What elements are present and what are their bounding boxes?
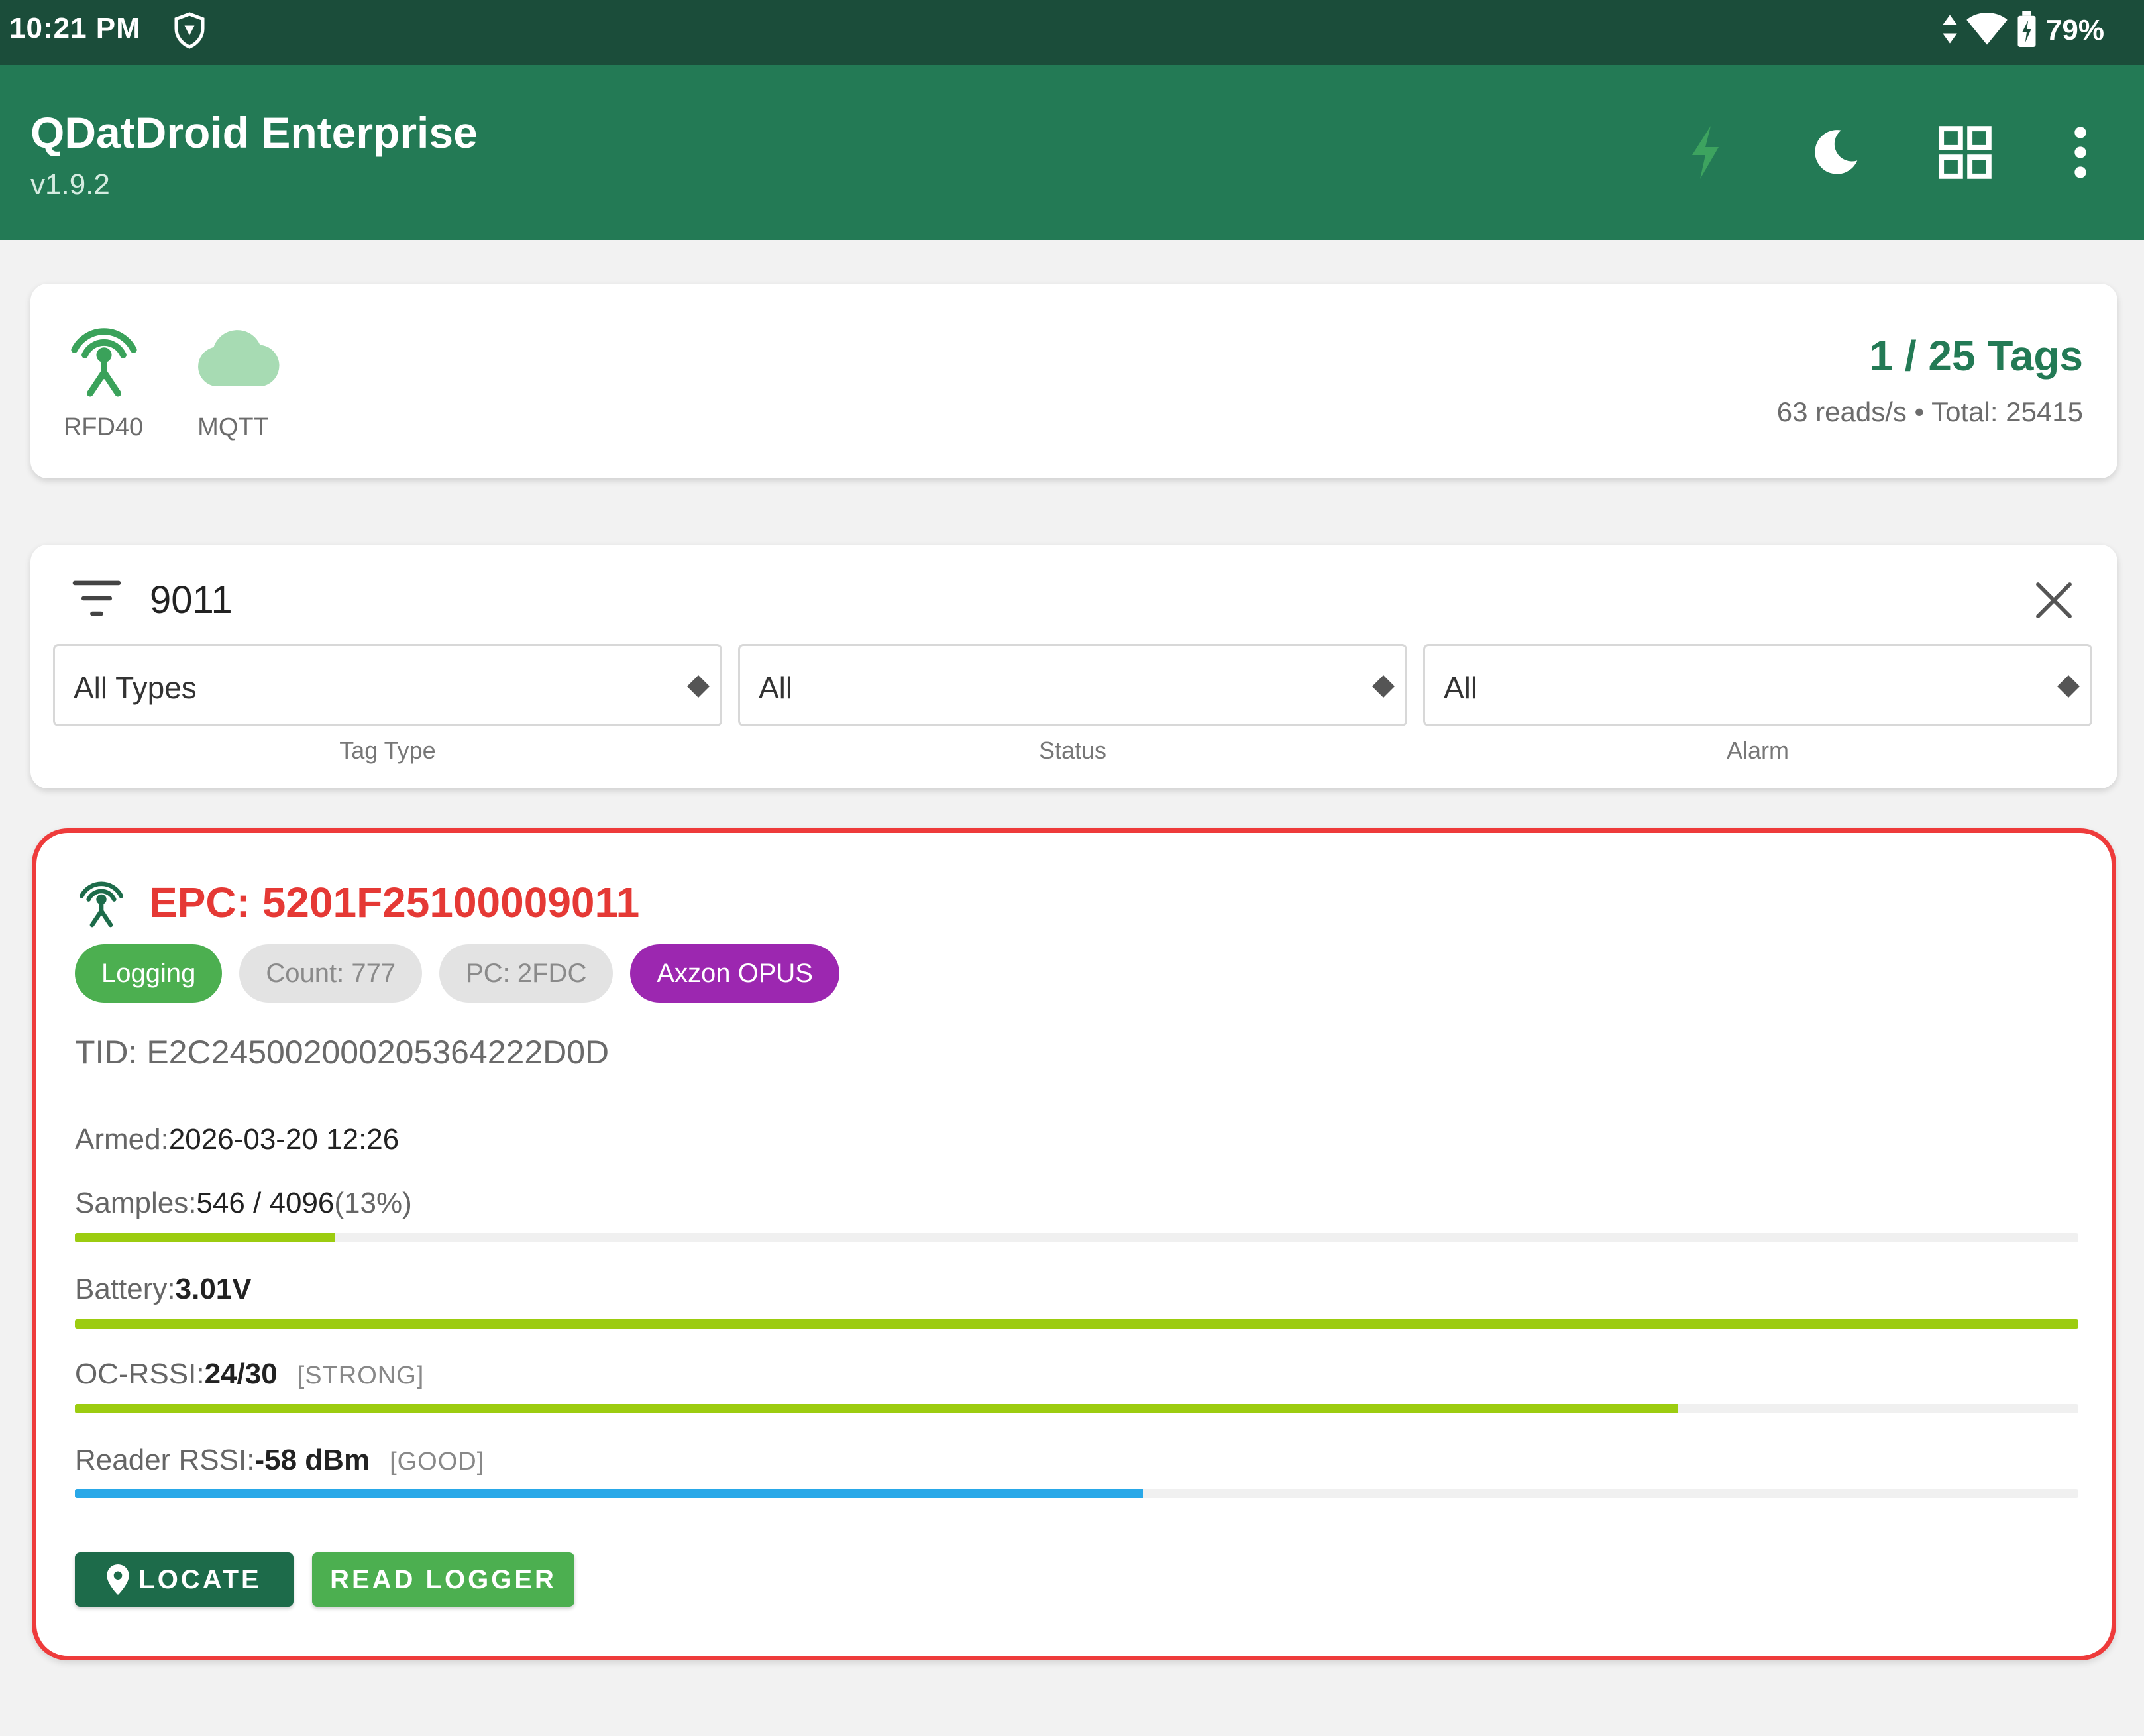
- tag-tid: TID: E2C245002000205364222D0D: [75, 1034, 610, 1071]
- samples-progress-fill: [75, 1233, 336, 1242]
- app-bar: QDatDroid Enterprise v1.9.2: [0, 65, 2144, 240]
- clear-search-button[interactable]: [2027, 574, 2080, 627]
- locate-label: LOCATE: [138, 1564, 262, 1594]
- status-icons: 79%: [1941, 9, 2104, 52]
- samples-value: 546 / 4096: [196, 1187, 335, 1219]
- status-bar: 10:21 PM 79%: [0, 0, 2144, 65]
- reader-rssi-quality: [GOOD]: [390, 1448, 485, 1476]
- oc-rssi-bar: [75, 1404, 2078, 1413]
- logging-chip: Logging: [75, 944, 223, 1003]
- dropdown-arrow-icon: [687, 675, 710, 698]
- tag-epc: EPC: 5201F25100009011: [149, 879, 640, 926]
- oc-rssi-quality: [STRONG]: [297, 1362, 425, 1389]
- samples-progress: [75, 1233, 2078, 1242]
- location-pin-icon: [107, 1564, 129, 1595]
- oc-rssi-row: OC-RSSI:24/30 [STRONG]: [75, 1358, 424, 1391]
- pc-chip: PC: 2FDC: [439, 944, 614, 1003]
- dark-mode-button[interactable]: [1802, 119, 1868, 186]
- status-label: Status: [1038, 737, 1107, 764]
- flash-icon: [1692, 126, 1719, 179]
- close-icon: [2036, 582, 2072, 618]
- rfd40-reader-status[interactable]: [62, 317, 146, 404]
- more-options-button[interactable]: [2047, 119, 2114, 186]
- mqtt-label: MQTT: [197, 413, 269, 441]
- battery-level-bar: [75, 1319, 2078, 1329]
- grid-view-icon: [1939, 126, 1992, 179]
- oc-rssi-fill: [75, 1404, 1678, 1413]
- status-select[interactable]: All: [738, 644, 1407, 726]
- armed-label: Armed:: [75, 1123, 169, 1156]
- reader-rssi-value: -58 dBm: [254, 1444, 370, 1476]
- status-value: All: [759, 671, 793, 705]
- search-input[interactable]: [150, 578, 1939, 622]
- mqtt-status[interactable]: [192, 323, 285, 393]
- app-title: QDatDroid Enterprise: [30, 108, 478, 157]
- oc-rssi-label: OC-RSSI:: [75, 1358, 205, 1390]
- tag-type-select[interactable]: All Types: [53, 644, 722, 726]
- battery-value: 3.01V: [175, 1273, 252, 1305]
- reader-rssi-fill: [75, 1489, 1143, 1498]
- data-arrows-icon: [1941, 12, 1958, 50]
- dropdown-arrow-icon: [1372, 675, 1395, 698]
- read-logger-button[interactable]: READ LOGGER: [312, 1552, 574, 1607]
- alarm-value: All: [1444, 671, 1478, 705]
- filter-card: All Types Tag Type All Status All Alarm: [30, 545, 2117, 788]
- grid-view-button[interactable]: [1932, 119, 1998, 186]
- armed-row: Armed:2026-03-20 12:26: [75, 1123, 399, 1156]
- flash-button[interactable]: [1672, 119, 1739, 186]
- battery-icon: [2015, 11, 2038, 50]
- samples-label: Samples:: [75, 1187, 197, 1219]
- tag-card[interactable]: EPC: 5201F25100009011 Logging Count: 777…: [32, 828, 2116, 1660]
- reader-rssi-bar: [75, 1489, 2078, 1498]
- battery-label: Battery:: [75, 1273, 176, 1305]
- locate-button[interactable]: LOCATE: [75, 1552, 294, 1607]
- battery-row: Battery:3.01V: [75, 1273, 252, 1306]
- connection-summary-card: RFD40 MQTT 1 / 25 Tags 63 reads/s • Tota…: [30, 284, 2117, 478]
- app-version: v1.9.2: [30, 168, 110, 201]
- tag-type-label: Tag Type: [339, 737, 436, 764]
- armed-value: 2026-03-20 12:26: [168, 1123, 400, 1156]
- read-logger-label: READ LOGGER: [330, 1564, 557, 1594]
- antenna-icon: [71, 328, 137, 397]
- reader-rssi-label: Reader RSSI:: [75, 1444, 255, 1476]
- vpn-shield-icon: [170, 11, 209, 50]
- tag-antenna-icon: [74, 874, 129, 933]
- tag-chips: Logging Count: 777 PC: 2FDC Axzon OPUS: [75, 944, 839, 1003]
- wifi-icon: [1966, 12, 2008, 50]
- reader-rssi-row: Reader RSSI:-58 dBm [GOOD]: [75, 1444, 484, 1477]
- battery-percent: 79%: [2045, 14, 2104, 46]
- oc-rssi-value: 24/30: [204, 1358, 278, 1390]
- samples-percent: (13%): [334, 1187, 412, 1219]
- dropdown-arrow-icon: [2057, 675, 2080, 698]
- alarm-select[interactable]: All: [1423, 644, 2092, 726]
- cloud-icon: [198, 330, 280, 386]
- count-chip: Count: 777: [239, 944, 423, 1003]
- samples-row: Samples:546 / 4096(13%): [75, 1187, 412, 1220]
- alarm-label: Alarm: [1726, 737, 1789, 764]
- read-rate: 63 reads/s • Total: 25415: [1776, 396, 2083, 427]
- tags-count: 1 / 25 Tags: [1869, 332, 2083, 380]
- tag-type-value: All Types: [74, 671, 197, 705]
- reader-label: RFD40: [63, 413, 144, 441]
- battery-level-fill: [75, 1319, 2078, 1329]
- dark-mode-icon: [1815, 130, 1858, 174]
- more-vert-icon: [2074, 127, 2086, 178]
- filter-icon: [70, 576, 123, 624]
- chip-model-chip: Axzon OPUS: [630, 944, 839, 1003]
- clock: 10:21 PM: [9, 12, 141, 44]
